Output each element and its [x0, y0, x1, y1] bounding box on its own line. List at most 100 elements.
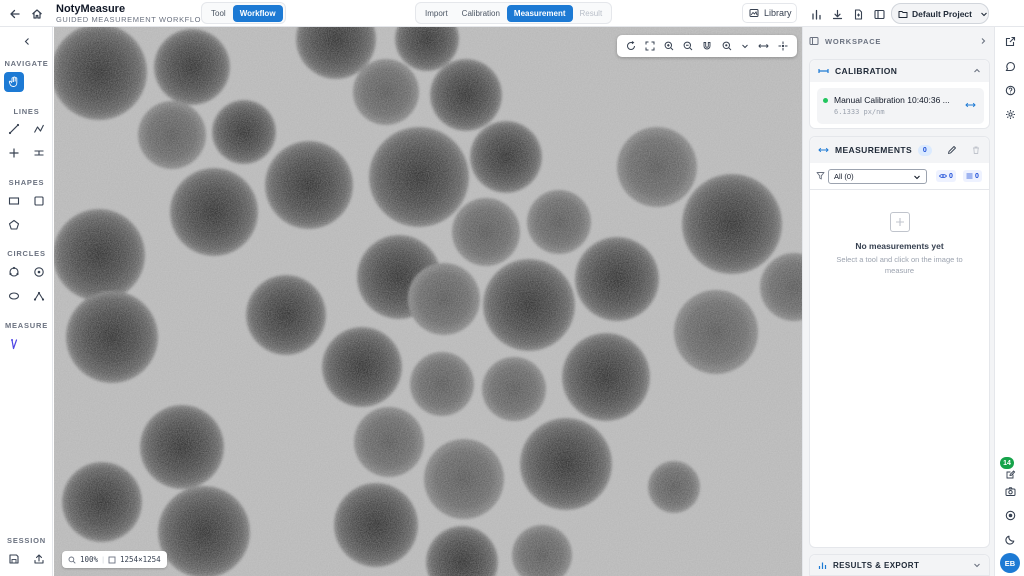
measurements-filter-bar: All (0) 0 0 [810, 163, 989, 190]
visible-count-chip[interactable]: 0 [936, 170, 956, 182]
project-name: Default Project [912, 8, 972, 19]
crosshair-tool[interactable] [4, 143, 24, 163]
download-icon[interactable] [828, 5, 846, 23]
home-icon[interactable] [28, 5, 46, 23]
filter-value: All (0) [834, 172, 854, 181]
calibration-header[interactable]: CALIBRATION [810, 60, 989, 82]
section-navigate: NAVIGATE [4, 59, 49, 68]
horizontal-arrows-icon[interactable] [965, 101, 976, 109]
camera-icon[interactable] [1001, 482, 1019, 500]
image-canvas[interactable]: 100% | 1254×1254 [54, 27, 802, 576]
magnifier-icon[interactable] [722, 41, 732, 51]
micrograph-image[interactable] [54, 27, 802, 576]
document-export-icon[interactable] [849, 5, 867, 23]
project-selector[interactable]: Default Project [891, 3, 989, 24]
polygon-tool[interactable] [4, 215, 24, 235]
line-icon [8, 123, 20, 135]
bar-chart-icon [818, 561, 827, 570]
measurement-filter-select[interactable]: All (0) [828, 169, 927, 184]
app-subtitle: GUIDED MEASUREMENT WORKFLOW [56, 15, 209, 24]
chart-icon[interactable] [807, 5, 825, 23]
three-point-circle-tool[interactable] [4, 262, 24, 282]
trash-icon[interactable] [971, 145, 981, 155]
caliper-tool[interactable] [4, 334, 24, 354]
magnet-icon[interactable] [702, 41, 712, 51]
calibration-card: CALIBRATION Manual Calibration 10:40:36 … [809, 59, 990, 129]
chevron-down-icon[interactable] [741, 42, 749, 50]
ellipse-tool[interactable] [4, 286, 24, 306]
help-icon[interactable] [1001, 81, 1019, 99]
polyline-tool[interactable] [29, 119, 49, 139]
horizontal-measure-icon[interactable] [758, 41, 769, 51]
edit-icon[interactable] [947, 145, 957, 155]
add-measurement-icon [890, 212, 910, 232]
share-session-button[interactable] [29, 549, 49, 569]
square-tool[interactable] [29, 191, 49, 211]
empty-hint: Select a tool and click on the image to … [836, 255, 963, 275]
rectangle-icon [8, 197, 20, 205]
library-icon [749, 8, 759, 18]
sidebar-toggle-icon[interactable] [870, 5, 888, 23]
list-count-chip[interactable]: 0 [963, 170, 982, 182]
calibration-item[interactable]: Manual Calibration 10:40:36 ... 6.1333 p… [817, 88, 984, 124]
workspace-panel: WORKSPACE CALIBRATION Manual Calibration… [802, 27, 994, 576]
results-title: RESULTS & EXPORT [833, 560, 920, 570]
workspace-header: WORKSPACE [809, 31, 989, 51]
list-count: 0 [975, 172, 979, 180]
eye-icon [939, 173, 947, 179]
avatar[interactable]: EB [1000, 553, 1020, 573]
gear-icon[interactable] [1001, 105, 1019, 123]
parallel-lines-icon [34, 150, 44, 156]
crosshair-icon[interactable] [778, 41, 788, 51]
status-dot [823, 98, 828, 103]
plus-icon [9, 148, 19, 158]
angle-tool[interactable] [29, 286, 49, 306]
ellipse-icon [8, 292, 20, 300]
external-link-icon[interactable] [1001, 32, 1019, 50]
save-icon [9, 554, 19, 564]
workflow-steps: Import Calibration Measurement Result [415, 2, 613, 24]
square-icon [34, 196, 44, 206]
step-calibration[interactable]: Calibration [455, 5, 507, 22]
chat-icon[interactable] [1001, 57, 1019, 75]
top-bar: NotyMeasure GUIDED MEASUREMENT WORKFLOW … [0, 0, 1024, 27]
library-button[interactable]: Library [742, 3, 797, 23]
step-result[interactable]: Result [573, 5, 610, 22]
app-brand: NotyMeasure GUIDED MEASUREMENT WORKFLOW [56, 3, 209, 25]
workflow-mode-button[interactable]: Workflow [232, 4, 283, 22]
image-size-icon [108, 556, 116, 564]
results-export-card[interactable]: RESULTS & EXPORT [809, 554, 990, 576]
workspace-title: WORKSPACE [825, 36, 882, 46]
zoom-level: 100% [80, 555, 99, 564]
collapse-chevron-icon[interactable] [17, 31, 37, 51]
save-session-button[interactable] [4, 549, 24, 569]
circle-center-icon [34, 267, 44, 277]
rotate-icon[interactable] [626, 41, 636, 51]
chevron-right-icon[interactable] [979, 37, 987, 45]
section-measure: MEASURE [4, 321, 49, 330]
center-circle-tool[interactable] [29, 262, 49, 282]
library-label: Library [764, 8, 792, 18]
back-arrow-icon[interactable] [6, 5, 24, 23]
tool-mode-button[interactable]: Tool [204, 5, 233, 22]
calibration-name: Manual Calibration 10:40:36 ... [834, 95, 950, 105]
step-measurement[interactable]: Measurement [506, 4, 573, 22]
measurements-count: 0 [918, 144, 933, 156]
step-import[interactable]: Import [418, 5, 455, 22]
results-header: RESULTS & EXPORT [810, 555, 989, 575]
side-strip: 14 EB [994, 27, 1024, 576]
angle-icon [33, 291, 45, 301]
zoom-in-icon[interactable] [664, 41, 674, 51]
record-icon[interactable] [1001, 506, 1019, 524]
line-tool[interactable] [4, 119, 24, 139]
left-toolbar: NAVIGATE LINES SHAPES CIRCLES MEASURE SE… [0, 27, 53, 576]
view-toolbar [617, 35, 797, 57]
zoom-out-icon[interactable] [683, 41, 693, 51]
moon-icon[interactable] [1001, 530, 1019, 548]
parallel-lines-tool[interactable] [29, 143, 49, 163]
edit-note-icon[interactable] [1001, 465, 1019, 483]
pan-hand-tool[interactable] [4, 72, 24, 92]
fit-screen-icon[interactable] [645, 41, 655, 51]
chevron-down-icon [913, 173, 921, 181]
rectangle-tool[interactable] [4, 191, 24, 211]
